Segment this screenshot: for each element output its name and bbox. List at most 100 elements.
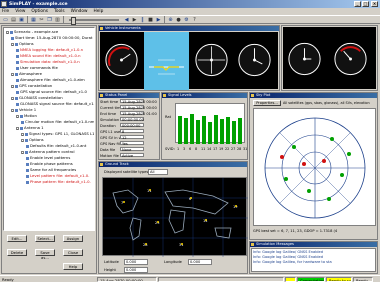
tree-node[interactable]: GPS signal source file: default_c1-0: [16, 89, 87, 94]
sat-type-select[interactable]: All: [148, 169, 168, 175]
select-button[interactable]: Select...: [35, 235, 55, 242]
tree-node[interactable]: - Scenario - example.sce: [6, 29, 58, 34]
tree-node[interactable]: - Signal types: GPS L1, GLONASS L1: [21, 131, 95, 136]
save-as-button[interactable]: Save as...: [35, 249, 55, 260]
tree-node[interactable]: Level pattern file: default_c1-0.: [26, 173, 89, 178]
tree-node-icon: [10, 30, 13, 34]
close-button[interactable]: ×: [371, 1, 378, 7]
tree-node[interactable]: Enable level patterns: [26, 155, 70, 160]
expand-toggle-icon[interactable]: -: [16, 126, 19, 130]
expand-toggle-icon[interactable]: -: [21, 138, 24, 142]
tree-node[interactable]: - Vehicle 1: [11, 107, 36, 112]
tree-node[interactable]: Same for all frequencies: [26, 167, 76, 172]
assign-button[interactable]: Assign: [63, 235, 83, 242]
tree-node[interactable]: - GLONASS constellation: [11, 95, 63, 100]
tree-node[interactable]: Enable phase patterns: [26, 161, 73, 166]
settings-icon[interactable]: ⚙: [183, 16, 190, 23]
scenario-tree[interactable]: - Scenario - example.sce Start time: 15-Au…: [3, 27, 95, 231]
status-value: 8: [120, 129, 144, 134]
tree-node[interactable]: - Options: [11, 41, 34, 46]
status-key: Motion file: [100, 154, 119, 158]
status-row: Motion file Active: [100, 153, 144, 158]
tree-node-label: GPS constellation: [19, 83, 53, 88]
tree-node[interactable]: NMEA logging file: default_c1-0.n: [16, 47, 83, 52]
speed-gauge: [102, 40, 141, 80]
record-icon[interactable]: ●: [175, 16, 182, 23]
expand-toggle-icon[interactable]: -: [11, 72, 14, 76]
tree-node[interactable]: - Antenna 1: [16, 125, 44, 130]
tree-node[interactable]: Phase pattern file: default_c1-0.: [26, 179, 91, 184]
time-slider[interactable]: [69, 16, 119, 25]
open-icon[interactable]: ▤: [10, 16, 17, 23]
zoom-icon[interactable]: ⊕: [167, 16, 174, 23]
help-button[interactable]: Help: [63, 263, 83, 270]
forward-icon[interactable]: ▶: [155, 16, 162, 23]
tree-node-icon: [15, 42, 18, 46]
tree-node[interactable]: - Atmosphere: [11, 71, 42, 76]
pause-icon[interactable]: ‖: [139, 16, 146, 23]
status-spacer: [158, 276, 284, 282]
copy-icon[interactable]: ❐: [46, 16, 53, 23]
expand-toggle-icon[interactable]: -: [11, 84, 14, 88]
status-mode: Computation run: [297, 276, 325, 282]
tree-node[interactable]: Start time: 15-Aug-2870 00:00:00, Durat: [11, 35, 93, 40]
tree-node-icon: [16, 102, 19, 106]
message-line: Info: Google log Galileo/ GNSS Enabled: [253, 255, 324, 259]
menu-options[interactable]: Options: [31, 9, 48, 14]
lon-label: Longitude: [164, 260, 182, 264]
expand-toggle-icon[interactable]: -: [21, 150, 24, 154]
status-row: Current time15-Aug-2870 00:00: [100, 105, 157, 110]
tree-node[interactable]: GLONASS signal source file: default_c1-0: [16, 101, 94, 106]
tree-node[interactable]: - Motion: [16, 113, 37, 118]
tree-node-label: Antenna 1: [24, 125, 44, 130]
close-button-left[interactable]: Close: [63, 249, 83, 256]
tree-node-label: Vehicle 1: [19, 107, 37, 112]
cut-icon[interactable]: ✂: [38, 16, 45, 23]
rewind-icon[interactable]: ◀: [123, 16, 130, 23]
expand-toggle-icon[interactable]: -: [6, 30, 9, 34]
height-field[interactable]: 0.000: [124, 267, 148, 273]
tree-node[interactable]: Simulation data: default_c1-0.n: [16, 59, 80, 64]
menu-file[interactable]: File: [2, 9, 9, 14]
status-rows: Start time 15-Aug-2870 00:00 Current time1…: [100, 99, 158, 158]
print-icon[interactable]: ▦: [30, 16, 37, 23]
edit-button[interactable]: Edit...: [7, 235, 27, 242]
tree-node-label: Signal types: GPS L1, GLONASS L1: [29, 131, 95, 136]
tree-node[interactable]: - Options: [21, 137, 44, 142]
expand-toggle-icon[interactable]: -: [21, 132, 24, 136]
svid-label-item: 31: [243, 147, 248, 151]
window-title: SimPLAY - example.sce: [9, 1, 68, 7]
status-row: Start time 15-Aug-2870 00:00: [100, 99, 157, 104]
save-icon[interactable]: ▣: [18, 16, 25, 23]
lon-field[interactable]: 0.000: [188, 259, 212, 265]
tree-node[interactable]: NMEA sound file: default_c1-0.n: [16, 53, 80, 58]
tree-node[interactable]: Atmosphere file: default_c1-0.atm: [16, 77, 85, 82]
menu-window[interactable]: Window: [71, 9, 88, 14]
status-mode3: Ready: [353, 276, 373, 282]
new-icon[interactable]: ▭: [2, 16, 9, 23]
lat-field[interactable]: 0.000: [124, 259, 148, 265]
paste-icon[interactable]: ▥: [54, 16, 61, 23]
tree-node[interactable]: Circular motion file: default_c1-0.nm: [21, 119, 94, 124]
stop-icon[interactable]: ■: [147, 16, 154, 23]
sky-properties-button[interactable]: Properties...: [253, 100, 281, 106]
panel-icon: [251, 243, 254, 246]
menu-view[interactable]: View: [15, 9, 25, 14]
tree-node[interactable]: - GPS constellation: [11, 83, 52, 88]
tree-node-icon: [20, 114, 23, 118]
play-icon[interactable]: ▶: [131, 16, 138, 23]
menu-tools[interactable]: Tools: [54, 9, 65, 14]
expand-toggle-icon[interactable]: -: [11, 96, 14, 100]
help-icon[interactable]: ?: [191, 16, 198, 23]
delete-button[interactable]: Delete: [7, 249, 27, 256]
menu-help[interactable]: Help: [94, 9, 104, 14]
expand-toggle-icon[interactable]: -: [16, 114, 19, 118]
messages-list[interactable]: Info: Google log Galileo/ GNSS Enabled I…: [251, 248, 376, 272]
tree-node[interactable]: Defaults file: default_c1-0.ant: [26, 143, 86, 148]
tree-node[interactable]: User commands file: [16, 65, 58, 70]
tree-node[interactable]: - Antenna pattern control: [21, 149, 75, 154]
maximize-button[interactable]: □: [362, 1, 369, 7]
expand-toggle-icon[interactable]: -: [11, 42, 14, 46]
expand-toggle-icon[interactable]: -: [11, 108, 14, 112]
minimize-button[interactable]: _: [354, 1, 361, 7]
